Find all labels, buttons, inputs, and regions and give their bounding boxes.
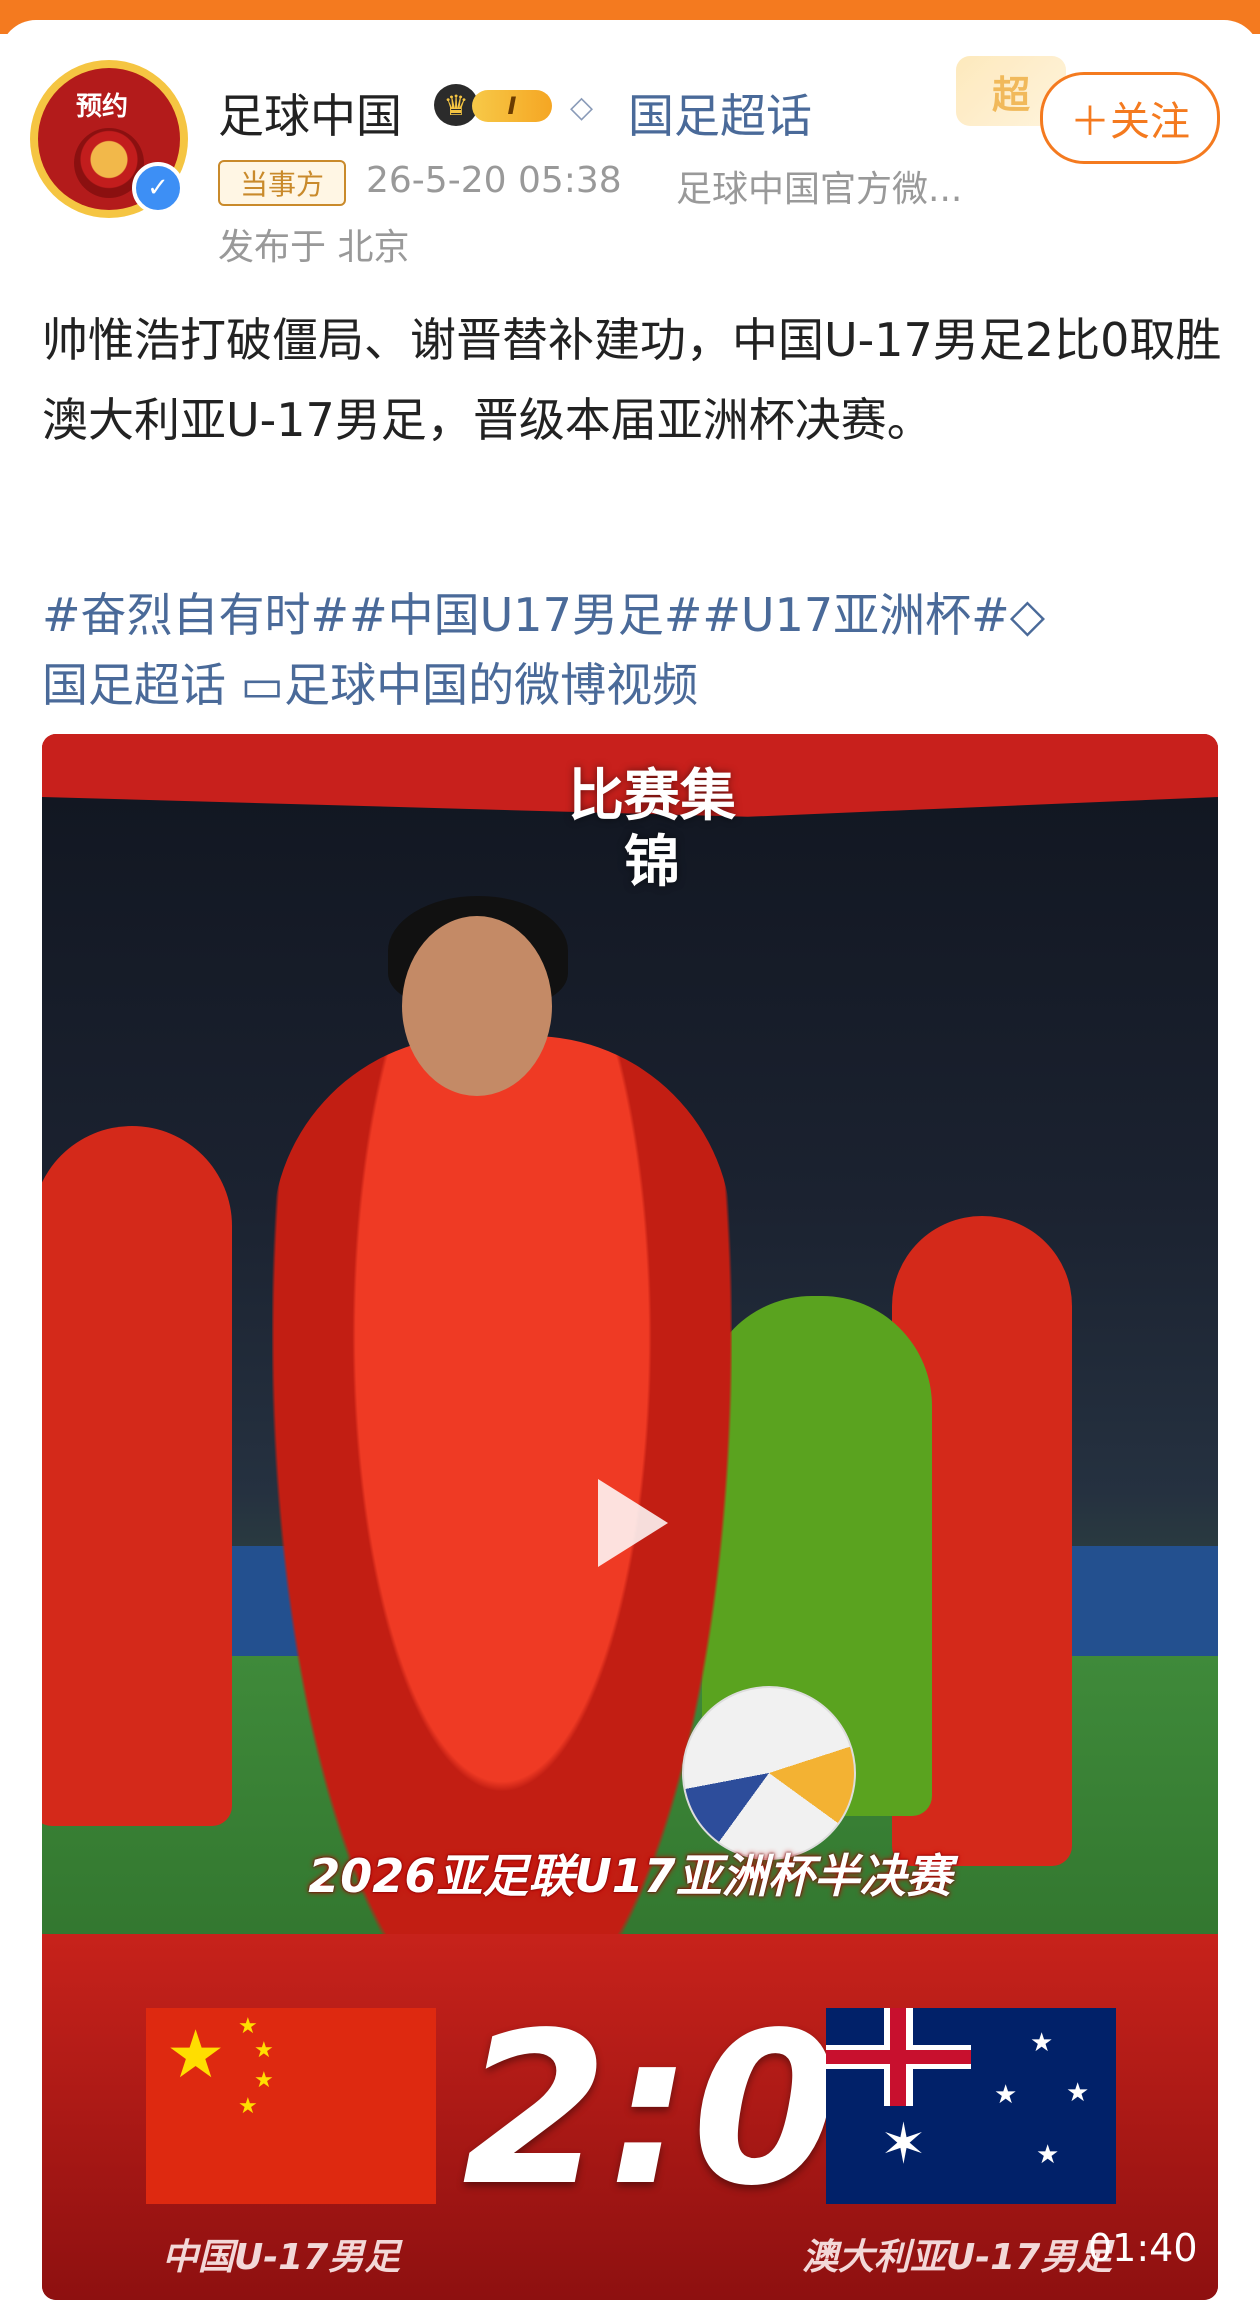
video-duration: 01:40 (1088, 2226, 1198, 2270)
hashtag-line: #奋烈自有时##中国U17男足##U17亚洲杯#◇ 国足超话 ▭足球中国的微博视频 (42, 580, 1222, 720)
hashtag-link[interactable]: #U17亚洲杯# (702, 588, 1009, 642)
post-source[interactable]: 足球中国官方微... (676, 160, 962, 212)
post-time: 26-5-20 05:38 (366, 160, 622, 201)
team-left-label: 中国U-17男足 (162, 2237, 401, 2278)
super-topic-link[interactable]: 国足超话 (628, 80, 812, 146)
hashtag-link[interactable]: #中国U17男足# (349, 588, 702, 642)
team-right-label: 澳大利亚U-17男足 (802, 2237, 1113, 2278)
diamond-icon: ◇ (1009, 588, 1046, 642)
match-caption: 2026亚足联U17亚洲杯半决赛 (308, 1849, 952, 1903)
verified-badge-icon: ✓ (132, 162, 184, 214)
play-icon[interactable] (598, 1479, 668, 1567)
match-score: 2:0 (462, 1987, 839, 2232)
australia-flag-icon: ✶ ★ ★ ★ ★ (826, 2008, 1116, 2204)
avatar-reserve-tag: 预约 (76, 92, 129, 122)
highlights-badge: 比赛集锦 (568, 764, 736, 895)
hashtag-link[interactable]: #奋烈自有时# (42, 588, 349, 642)
china-flag-icon: ★ ★ ★ ★ ★ (146, 2008, 436, 2204)
super-topic-tag-link[interactable]: 国足超话 (42, 658, 226, 712)
video-player[interactable]: 比赛集锦 2026亚足联U17亚洲杯半决赛 ★ ★ ★ ★ ★ 2:0 ✶ ★ ★ ★ … (42, 734, 1218, 2300)
diamond-icon: ◇ (570, 90, 594, 125)
follow-button[interactable]: ＋关注 (1040, 72, 1220, 164)
video-camera-icon: ▭ (240, 658, 285, 712)
account-name[interactable]: 足球中国 (218, 80, 402, 146)
video-link[interactable]: 足球中国的微博视频 (284, 658, 698, 712)
player-head (402, 916, 552, 1096)
level-badge[interactable]: I (472, 90, 552, 122)
post-text: 帅惟浩打破僵局、谢晋替补建功，中国U-17男足2比0取胜澳大利亚U-17男足，晋… (42, 313, 1222, 447)
post-location: 发布于 北京 (218, 227, 410, 268)
football-icon (682, 1686, 856, 1860)
party-tag: 当事方 (218, 160, 346, 206)
player-figure (42, 1126, 232, 1826)
